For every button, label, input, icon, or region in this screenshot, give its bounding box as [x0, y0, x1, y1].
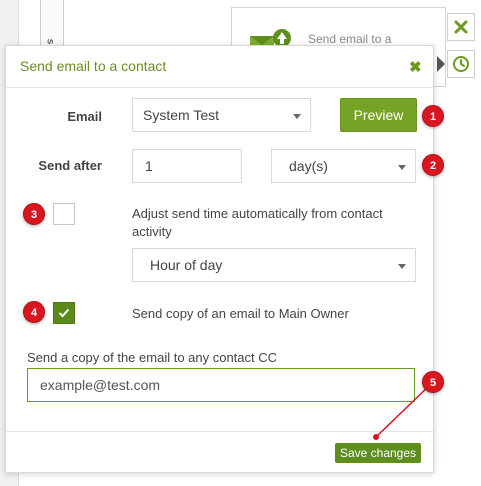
chevron-down-icon: [293, 114, 301, 119]
dialog-footer-divider: [6, 431, 433, 432]
node-delete-button[interactable]: [447, 13, 475, 41]
chevron-down-icon: [398, 165, 406, 170]
side-panel-strip-text: s: [44, 38, 56, 45]
time-unit-select[interactable]: day(s): [271, 149, 416, 183]
annotation-badge-1: 1: [422, 105, 444, 127]
send-after-input[interactable]: 1: [132, 149, 242, 183]
copy-main-owner-text: Send copy of an email to Main Owner: [132, 306, 349, 321]
close-icon: [454, 20, 468, 34]
preview-button[interactable]: Preview: [340, 98, 417, 132]
email-label: Email: [67, 109, 102, 124]
chevron-down-icon: [398, 264, 406, 269]
adjust-send-time-text: Adjust send time automatically from cont…: [132, 206, 383, 239]
annotation-badge-2: 2: [422, 154, 444, 176]
dialog-title: Send email to a contact: [20, 58, 167, 74]
save-changes-button[interactable]: Save changes: [335, 443, 421, 463]
hour-of-day-value: Hour of day: [150, 257, 223, 273]
adjust-send-time-checkbox[interactable]: [53, 203, 75, 225]
cc-email-input[interactable]: example@test.com: [27, 368, 415, 402]
cc-label: Send a copy of the email to any contact …: [27, 350, 278, 365]
workflow-node-text: Send email to a: [308, 32, 392, 46]
node-pointer-arrow: [437, 56, 445, 72]
annotation-badge-3: 3: [23, 203, 45, 225]
node-timer-button[interactable]: [447, 50, 475, 78]
annotation-badge-4: 4: [23, 301, 45, 323]
copy-main-owner-checkbox[interactable]: [53, 302, 75, 324]
annotation-badge-5: 5: [422, 371, 444, 393]
email-template-value: System Test: [143, 107, 219, 123]
dialog-header: Send email to a contact ✖: [6, 46, 433, 88]
checkmark-icon: [58, 308, 70, 318]
clock-icon: [453, 56, 469, 72]
hour-of-day-select[interactable]: Hour of day: [132, 248, 416, 282]
time-unit-value: day(s): [289, 158, 328, 174]
email-template-select[interactable]: System Test: [132, 98, 311, 132]
send-email-dialog: Send email to a contact ✖ Email System T…: [5, 45, 434, 473]
send-after-label: Send after: [38, 158, 102, 173]
dialog-close-icon[interactable]: ✖: [409, 58, 422, 76]
